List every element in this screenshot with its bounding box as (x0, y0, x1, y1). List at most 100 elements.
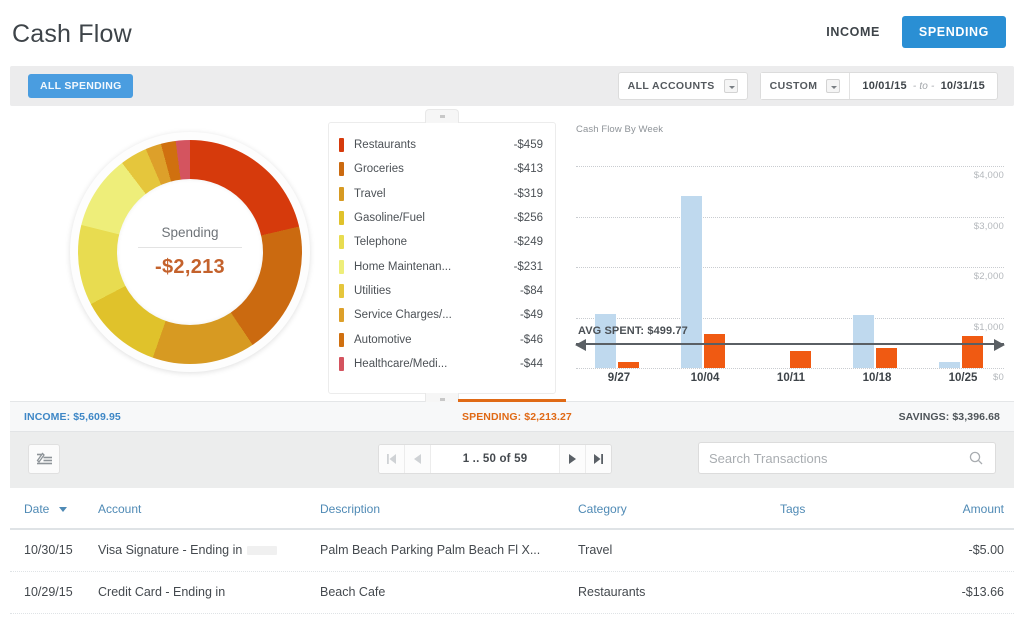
legend-color-swatch (339, 138, 344, 153)
column-header-description[interactable]: Description (320, 502, 380, 516)
legend-item[interactable]: Automotive -$46 (339, 327, 543, 351)
page-title: Cash Flow (12, 20, 132, 48)
legend-item[interactable]: Utilities -$84 (339, 279, 543, 303)
date-from: 10/01/15 (862, 80, 907, 92)
legend-item[interactable]: Service Charges/... -$49 (339, 303, 543, 327)
tab-spending[interactable]: SPENDING (901, 16, 1006, 48)
date-range-group: CUSTOM 10/01/15 - to - 10/31/15 (759, 72, 998, 100)
legend-item-amount: -$459 (513, 139, 543, 152)
range-type-select[interactable]: CUSTOM (760, 73, 851, 99)
spending-bar[interactable] (876, 348, 897, 368)
spending-active-indicator (458, 399, 566, 402)
table-row[interactable]: 10/30/15 Visa Signature - Ending in Palm B… (10, 530, 1014, 572)
legend-item[interactable]: Gasoline/Fuel -$256 (339, 206, 543, 230)
category-legend-panel: Restaurants -$459 Groceries -$413 Travel -$31… (328, 109, 556, 407)
x-axis-tick-label: 10/11 (776, 372, 806, 384)
last-page-icon[interactable] (585, 445, 611, 473)
x-axis-tick-label: 9/27 (607, 372, 631, 384)
legend-color-swatch (339, 211, 344, 226)
chevron-down-icon (826, 79, 841, 93)
legend-item-label: Automotive (354, 333, 412, 346)
cell-amount: -$13.66 (961, 585, 1004, 599)
date-range-field[interactable]: 10/01/15 - to - 10/31/15 (850, 80, 997, 92)
accounts-select-label: ALL ACCOUNTS (627, 80, 715, 92)
income-bar[interactable] (939, 362, 960, 368)
donut-ring[interactable]: Spending -$2,213 (78, 140, 302, 364)
date-separator: - to - (912, 80, 935, 92)
cell-account-label: Visa Signature - Ending in (98, 543, 243, 557)
first-page-icon[interactable] (379, 445, 405, 473)
donut-center-label: Spending (161, 225, 219, 240)
legend-item-amount: -$46 (519, 333, 543, 346)
legend-scroll-up-handle[interactable] (425, 109, 459, 123)
summary-savings[interactable]: SAVINGS: $3,396.68 (899, 411, 1000, 423)
summary-bar: INCOME: $5,609.95 SPENDING: $2,213.27 SA… (10, 399, 1014, 432)
column-header-account[interactable]: Account (98, 502, 141, 516)
legend-item-label: Healthcare/Medi... (354, 357, 448, 370)
chevron-down-icon (723, 79, 738, 93)
page-range-label: 1 .. 50 of 59 (462, 453, 528, 465)
next-page-icon[interactable] (559, 445, 585, 473)
legend-item[interactable]: Home Maintenan... -$231 (339, 254, 543, 278)
legend-item-amount: -$249 (513, 236, 543, 249)
transactions-table: Date Account Description Category Tags A… (10, 488, 1014, 614)
cell-category: Restaurants (578, 585, 646, 599)
column-header-amount[interactable]: Amount (963, 502, 1004, 516)
bar-group[interactable] (935, 146, 991, 368)
legend-color-swatch (339, 308, 344, 323)
column-header-date[interactable]: Date (24, 502, 67, 516)
legend-item[interactable]: Telephone -$249 (339, 230, 543, 254)
donut-center-value: -$2,213 (155, 256, 225, 278)
avg-spent-line (575, 338, 1005, 351)
legend-color-swatch (339, 332, 344, 347)
spending-bar[interactable] (962, 335, 983, 368)
spending-bar[interactable] (704, 333, 725, 368)
search-transactions-box[interactable] (698, 442, 996, 474)
legend-item-label: Home Maintenan... (354, 260, 452, 273)
summary-spending[interactable]: SPENDING: $2,213.27 (462, 411, 572, 423)
bar-chart-plot[interactable]: $0 $1,000 $2,000 $3,000 $4,000 AVG SPENT: $49… (575, 146, 1005, 383)
legend-item[interactable]: Healthcare/Medi... -$44 (339, 352, 543, 376)
tab-income[interactable]: INCOME (816, 17, 890, 47)
date-to: 10/31/15 (940, 80, 985, 92)
header-tab-group: INCOME SPENDING (816, 16, 1006, 48)
summary-income[interactable]: INCOME: $5,609.95 (24, 411, 121, 423)
cell-category: Travel (578, 543, 613, 557)
cash-flow-bar-chart: Cash Flow By Week $0 $1,000 $2,000 $3,000 $4… (572, 122, 1010, 394)
donut-center: Spending -$2,213 (117, 179, 263, 325)
pagination: 1 .. 50 of 59 (378, 444, 612, 474)
income-bar[interactable] (853, 314, 874, 368)
table-body: 10/30/15 Visa Signature - Ending in Palm B… (10, 530, 1014, 614)
spending-donut-chart[interactable]: Spending -$2,213 (60, 122, 320, 387)
redacted-account-digits (247, 546, 278, 556)
grid-line (576, 368, 1004, 369)
x-axis-tick-label: 10/25 (948, 372, 978, 384)
legend-item[interactable]: Travel -$319 (339, 182, 543, 206)
table-header-row: Date Account Description Category Tags A… (10, 488, 1014, 530)
bar-chart-x-axis: 9/27 10/04 10/11 10/18 10/25 (576, 372, 1004, 390)
income-bar[interactable] (595, 314, 616, 368)
range-type-label: CUSTOM (769, 80, 818, 92)
legend-item-amount: -$413 (513, 163, 543, 176)
accounts-select[interactable]: ALL ACCOUNTS (617, 72, 748, 100)
table-row[interactable]: 10/29/15 Credit Card - Ending in Beach Caf… (10, 572, 1014, 614)
all-spending-pill[interactable]: ALL SPENDING (28, 74, 133, 98)
column-header-tags[interactable]: Tags (780, 502, 805, 516)
charts-panel: Spending -$2,213 Restaurants -$459 Groceri… (10, 109, 1014, 407)
bar-group[interactable] (849, 146, 905, 368)
legend-item-amount: -$84 (519, 284, 543, 297)
legend-color-swatch (339, 235, 344, 250)
edit-list-icon[interactable] (28, 444, 60, 474)
bar-group[interactable] (763, 146, 819, 368)
prev-page-icon[interactable] (405, 445, 431, 473)
spending-bar[interactable] (790, 351, 811, 368)
cell-date: 10/29/15 (24, 585, 73, 599)
cell-description: Palm Beach Parking Palm Beach Fl X... (320, 543, 541, 557)
legend-color-swatch (339, 259, 344, 274)
spending-bar[interactable] (618, 362, 639, 368)
cell-description: Beach Cafe (320, 585, 386, 599)
legend-item[interactable]: Groceries -$413 (339, 157, 543, 181)
search-input[interactable] (699, 450, 969, 466)
legend-item[interactable]: Restaurants -$459 (339, 133, 543, 157)
column-header-category[interactable]: Category (578, 502, 627, 516)
